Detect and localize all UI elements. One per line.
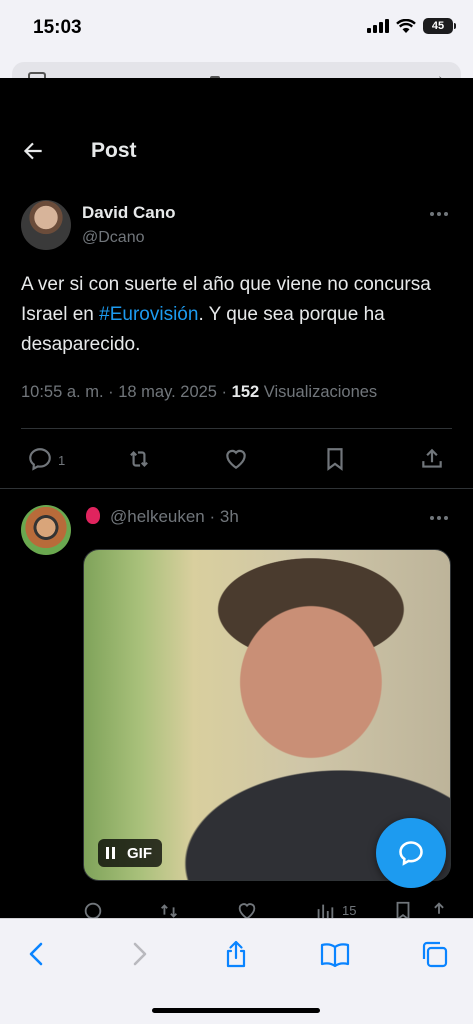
back-arrow-icon[interactable] [20, 138, 46, 164]
gif-label: GIF [127, 844, 152, 862]
safari-bookmarks-icon[interactable] [320, 939, 350, 969]
pause-icon[interactable] [106, 847, 115, 859]
wifi-icon [396, 18, 416, 33]
compose-reply-icon [399, 841, 423, 866]
reply-actions: 15 [0, 898, 473, 918]
safari-toolbar [0, 918, 473, 1024]
author-handle[interactable]: @Dcano [82, 229, 145, 247]
tweet-meta: 10:55 a. m. · 18 may. 2025 · 152 Visuali… [21, 383, 377, 402]
author-avatar[interactable] [21, 200, 71, 250]
hashtag-link[interactable]: #Eurovisión [99, 304, 198, 325]
retweet-icon[interactable] [158, 900, 180, 918]
bookmark-icon[interactable] [392, 900, 414, 918]
reply-count: 1 [58, 453, 66, 468]
share-icon[interactable] [428, 900, 450, 918]
divider [0, 488, 473, 489]
like-icon[interactable] [236, 900, 258, 918]
reply-time: · 3h [204, 507, 239, 526]
tweet-actions: 1 [0, 438, 473, 478]
reply-views-count: 15 [342, 903, 357, 918]
views-icon[interactable] [314, 900, 336, 918]
share-icon[interactable] [419, 446, 445, 472]
reply-header: @helkeuken · 3h [86, 507, 239, 527]
author-name[interactable]: David Cano [82, 203, 176, 223]
compose-reply-button[interactable] [376, 818, 446, 888]
safari-back-icon[interactable] [22, 939, 52, 969]
status-time: 15:03 [33, 17, 82, 38]
reply-icon[interactable] [27, 446, 53, 472]
safari-share-icon[interactable] [221, 939, 251, 969]
views-count: 152 [231, 383, 260, 401]
status-icons: 45 [367, 18, 456, 34]
gif-badge[interactable]: GIF [98, 839, 162, 867]
app-sheet: Post David Cano @Dcano A ver si con suer… [0, 78, 473, 918]
balloon-icon [86, 507, 100, 524]
more-icon[interactable] [427, 202, 451, 226]
reply-avatar[interactable] [21, 505, 71, 555]
safari-forward-icon[interactable] [124, 939, 154, 969]
divider [21, 428, 452, 429]
home-indicator [152, 1008, 320, 1013]
signal-icon [367, 19, 389, 33]
status-bar: 15:03 45 → [0, 0, 473, 92]
post-header: Post [0, 126, 473, 178]
reply-icon[interactable] [82, 900, 104, 918]
like-icon[interactable] [223, 446, 249, 472]
reply-handle[interactable]: @helkeuken [110, 507, 205, 526]
safari-tabs-icon[interactable] [420, 939, 450, 969]
tweet-text: A ver si con suerte el año que viene no … [21, 274, 431, 355]
more-icon[interactable] [427, 506, 451, 530]
views-label: Visualizaciones [259, 383, 378, 401]
tweet-timestamp[interactable]: 10:55 a. m. · 18 may. 2025 · [21, 383, 232, 401]
retweet-icon[interactable] [126, 446, 152, 472]
page-title: Post [91, 139, 137, 162]
battery-icon: 45 [423, 18, 456, 34]
bookmark-icon[interactable] [322, 446, 348, 472]
